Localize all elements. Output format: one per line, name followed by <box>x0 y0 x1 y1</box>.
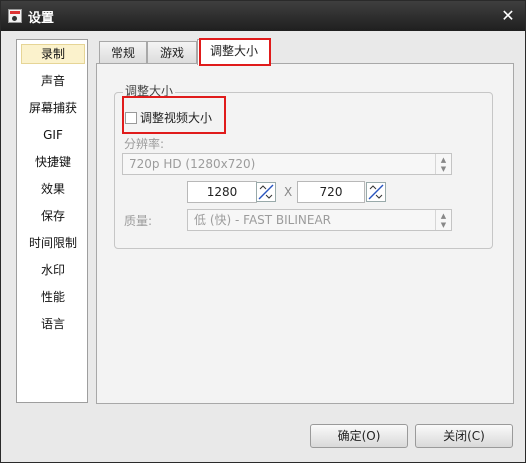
chevron-updown-icon: ▲ ▼ <box>435 154 451 174</box>
sidebar-item-screen-capture[interactable]: 屏幕捕获 <box>21 98 85 118</box>
resolution-select[interactable]: 720p HD (1280x720) ▲ ▼ <box>122 153 452 175</box>
sidebar-item-hotkeys[interactable]: 快捷键 <box>21 152 85 172</box>
group-title: 调整大小 <box>123 82 176 99</box>
sidebar-item-gif[interactable]: GIF <box>21 125 85 145</box>
spin-arrows-icon <box>368 184 384 200</box>
sidebar-item-record[interactable]: 录制 <box>21 44 85 64</box>
app-icon <box>8 9 22 23</box>
tab-resize[interactable]: 调整大小 <box>197 39 271 65</box>
settings-sidebar: 录制 声音 屏幕捕获 GIF 快捷键 效果 保存 时间限制 水印 性能 语言 <box>16 39 88 403</box>
resize-video-checkbox[interactable] <box>125 112 137 124</box>
resolution-label: 分辨率: <box>124 137 165 151</box>
height-input[interactable]: 720 <box>297 181 365 203</box>
spin-arrows-icon <box>258 184 274 200</box>
tab-game[interactable]: 游戏 <box>147 41 197 63</box>
title-bar[interactable]: 设置 ✕ <box>1 1 525 31</box>
quality-select[interactable]: 低 (快) - FAST BILINEAR ▲ ▼ <box>187 209 452 231</box>
window-title: 设置 <box>28 11 55 26</box>
times-sign: X <box>284 185 293 199</box>
settings-window: 设置 ✕ 录制 声音 屏幕捕获 GIF 快捷键 效果 保存 时间限制 水印 性能… <box>0 0 526 463</box>
quality-label: 质量: <box>124 214 153 228</box>
close-button[interactable]: 关闭(C) <box>415 424 513 448</box>
sidebar-item-watermark[interactable]: 水印 <box>21 260 85 280</box>
width-input[interactable]: 1280 <box>187 181 257 203</box>
resize-video-label[interactable]: 调整视频大小 <box>140 109 212 126</box>
sidebar-item-save[interactable]: 保存 <box>21 206 85 226</box>
sidebar-item-performance[interactable]: 性能 <box>21 287 85 307</box>
chevron-updown-icon: ▲ ▼ <box>435 210 451 230</box>
resolution-value: 720p HD (1280x720) <box>129 157 256 171</box>
sidebar-item-effects[interactable]: 效果 <box>21 179 85 199</box>
ok-button[interactable]: 确定(O) <box>310 424 408 448</box>
height-spinner[interactable] <box>366 182 386 202</box>
quality-value: 低 (快) - FAST BILINEAR <box>194 213 332 227</box>
close-icon[interactable]: ✕ <box>497 5 519 27</box>
sidebar-item-time-limit[interactable]: 时间限制 <box>21 233 85 253</box>
width-spinner[interactable] <box>256 182 276 202</box>
tab-general[interactable]: 常规 <box>99 41 147 63</box>
sidebar-item-language[interactable]: 语言 <box>21 314 85 334</box>
sidebar-item-audio[interactable]: 声音 <box>21 71 85 91</box>
